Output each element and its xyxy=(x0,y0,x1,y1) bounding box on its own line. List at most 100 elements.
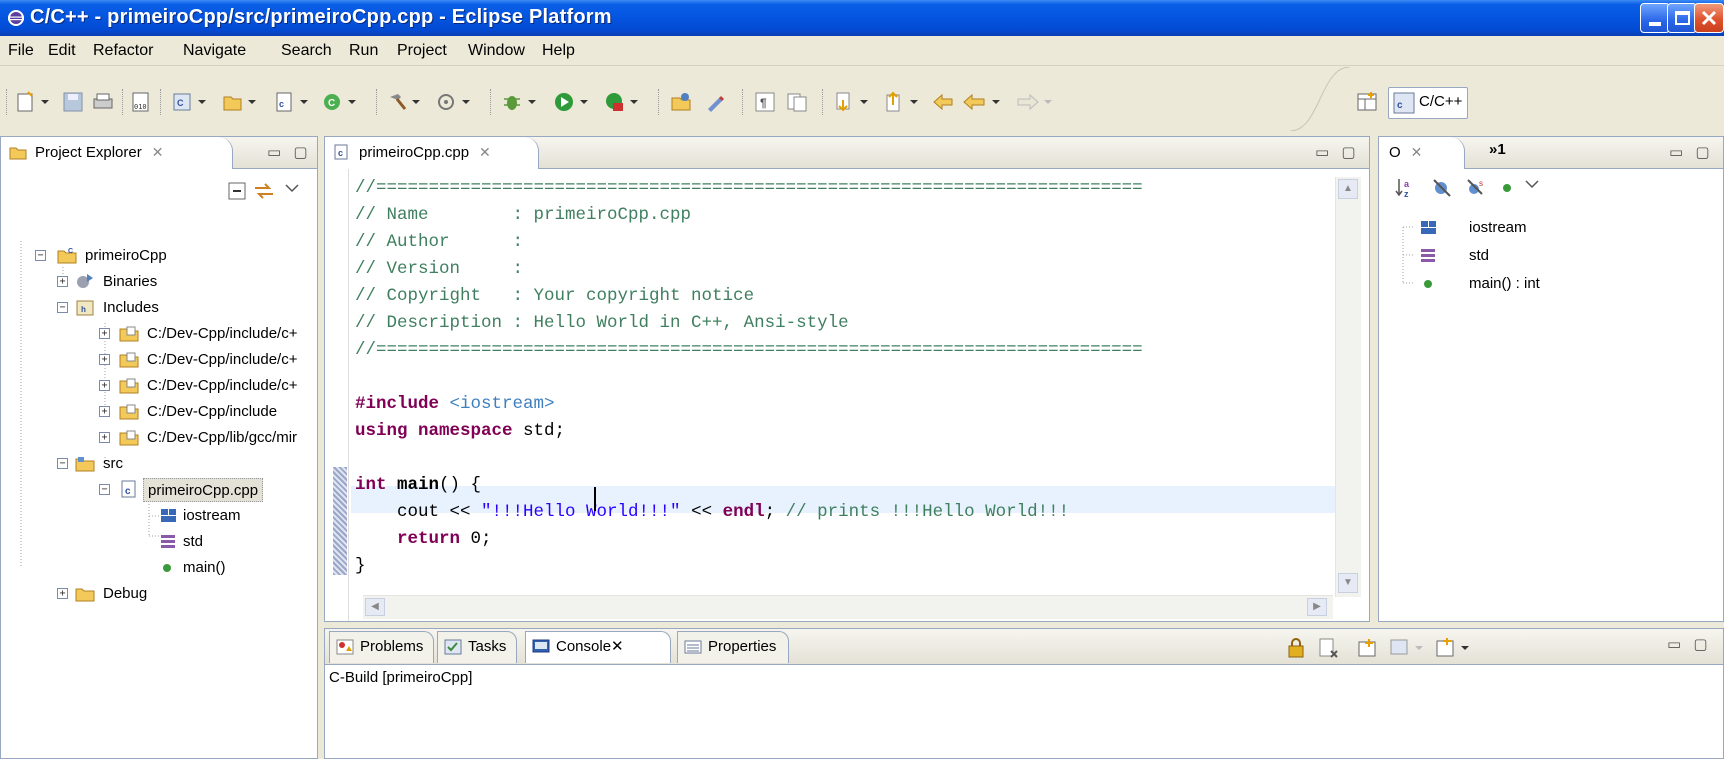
menu-navigate[interactable]: Navigate xyxy=(183,42,246,60)
scroll-left-arrow[interactable]: ◀ xyxy=(365,598,385,616)
svg-text:C: C xyxy=(328,98,335,109)
clear-console-icon[interactable] xyxy=(1317,637,1339,659)
expand-toggle[interactable]: + xyxy=(57,588,68,599)
perspective-button-cpp[interactable]: c C/C++ xyxy=(1388,87,1468,119)
title-bar[interactable]: C/C++ - primeiroCpp/src/primeiroCpp.cpp … xyxy=(0,0,1724,36)
build-binary-icon[interactable]: 010 xyxy=(130,91,152,113)
outline-panel: O ✕ »1 ▭ ▢ az s iostream std main() : int xyxy=(1378,136,1724,622)
menu-search[interactable]: Search xyxy=(281,42,332,60)
tab-tasks[interactable]: Tasks xyxy=(437,631,518,663)
new-cpp-project-icon[interactable]: C xyxy=(172,91,214,113)
tab-properties[interactable]: Properties xyxy=(677,631,789,663)
forward-icon[interactable] xyxy=(1014,91,1062,113)
tree-label: std xyxy=(183,533,204,550)
hide-fields-icon[interactable] xyxy=(1431,177,1455,199)
menu-refactor[interactable]: Refactor xyxy=(93,42,153,60)
scroll-lock-icon[interactable] xyxy=(1285,637,1307,659)
editor-horizontal-scrollbar[interactable]: ◀ ▶ xyxy=(363,595,1333,619)
new-source-file-icon[interactable]: c xyxy=(274,91,316,113)
close-tab-icon[interactable]: ✕ xyxy=(611,638,624,655)
debug-icon[interactable] xyxy=(502,91,544,113)
show-whitespace-icon[interactable]: ¶ xyxy=(754,91,778,113)
expand-toggle[interactable]: + xyxy=(99,406,110,417)
view-minimize-maximize-buttons[interactable]: ▭ ▢ xyxy=(1667,635,1712,653)
new-icon[interactable] xyxy=(16,91,56,113)
maximize-button[interactable] xyxy=(1667,3,1697,33)
console-output: C-Build [primeiroCpp] xyxy=(329,669,473,686)
print-icon[interactable] xyxy=(92,91,114,113)
outline-label: iostream xyxy=(1469,219,1527,236)
menu-file[interactable]: File xyxy=(8,42,34,60)
expand-toggle[interactable]: + xyxy=(99,432,110,443)
open-perspective-icon[interactable] xyxy=(1356,91,1380,113)
text-cursor xyxy=(594,487,596,511)
minimize-button[interactable] xyxy=(1640,3,1670,33)
tree-label: C:/Dev-Cpp/include/c+ xyxy=(147,325,298,342)
expand-toggle[interactable]: + xyxy=(57,276,68,287)
expand-toggle[interactable]: + xyxy=(99,380,110,391)
svg-text:c: c xyxy=(279,99,284,109)
build-hammer-icon[interactable] xyxy=(386,91,428,113)
tree-label: main() xyxy=(183,559,226,576)
hide-non-public-icon[interactable] xyxy=(1497,177,1517,199)
collapse-all-icon[interactable] xyxy=(227,181,247,201)
close-tab-icon[interactable]: ✕ xyxy=(479,144,491,160)
scroll-right-arrow[interactable]: ▶ xyxy=(1307,598,1327,616)
tab-console-label: Console xyxy=(556,638,612,655)
close-tab-icon[interactable]: ✕ xyxy=(1411,144,1423,160)
outline-header: O ✕ »1 ▭ ▢ xyxy=(1379,137,1723,169)
tab-problems[interactable]: Problems xyxy=(329,631,435,663)
code-line-current: cout << "!!!Hello World!!!" << endl; // … xyxy=(355,499,1069,526)
expand-toggle[interactable]: + xyxy=(99,354,110,365)
back-icon[interactable] xyxy=(962,91,1010,113)
toolbar-separator xyxy=(160,89,162,115)
scroll-down-arrow[interactable]: ▼ xyxy=(1338,573,1358,593)
tab-editor-file[interactable]: c primeiroCpp.cpp ✕ xyxy=(325,137,539,169)
previous-annotation-icon[interactable] xyxy=(884,91,926,113)
tab-console[interactable]: Console✕ xyxy=(525,631,671,663)
menu-help[interactable]: Help xyxy=(542,42,575,60)
view-menu-icon[interactable] xyxy=(283,181,301,195)
menu-run[interactable]: Run xyxy=(349,42,378,60)
run-icon[interactable] xyxy=(554,91,596,113)
view-minimize-maximize-buttons[interactable]: ▭ ▢ xyxy=(267,143,312,161)
close-button[interactable] xyxy=(1694,3,1724,33)
editor-vertical-scrollbar[interactable]: ▲ ▼ xyxy=(1335,177,1361,597)
function-icon xyxy=(1424,280,1432,288)
menu-window[interactable]: Window xyxy=(468,42,525,60)
sort-icon[interactable]: az xyxy=(1395,177,1419,199)
more-views-indicator[interactable]: »1 xyxy=(1489,141,1506,158)
display-console-icon[interactable] xyxy=(1389,637,1429,659)
open-type-icon[interactable] xyxy=(670,91,694,113)
next-annotation-icon[interactable] xyxy=(834,91,876,113)
link-with-editor-icon[interactable] xyxy=(253,181,275,201)
menu-project[interactable]: Project xyxy=(397,42,447,60)
open-console-icon[interactable] xyxy=(1357,637,1381,659)
external-tools-icon[interactable] xyxy=(604,91,646,113)
view-menu-icon[interactable] xyxy=(1523,177,1541,191)
save-icon[interactable] xyxy=(62,91,84,113)
target-icon[interactable] xyxy=(436,91,478,113)
tab-outline[interactable]: O ✕ xyxy=(1379,137,1465,169)
new-class-icon[interactable]: C xyxy=(322,91,364,113)
outline-guide-lines xyxy=(1402,226,1415,284)
new-folder-icon[interactable] xyxy=(222,91,264,113)
svg-text:z: z xyxy=(1404,189,1409,199)
collapse-toggle[interactable]: − xyxy=(57,458,68,469)
close-tab-icon[interactable]: ✕ xyxy=(152,144,164,160)
expand-toggle[interactable]: + xyxy=(99,328,110,339)
hide-static-icon[interactable]: s xyxy=(1465,177,1489,199)
includes-icon: h xyxy=(76,300,94,316)
scroll-up-arrow[interactable]: ▲ xyxy=(1338,179,1358,199)
toggle-block-icon[interactable] xyxy=(786,91,810,113)
view-minimize-maximize-buttons[interactable]: ▭ ▢ xyxy=(1315,143,1360,161)
new-console-view-icon[interactable] xyxy=(1435,637,1475,659)
menu-edit[interactable]: Edit xyxy=(48,42,76,60)
collapse-toggle[interactable]: − xyxy=(57,302,68,313)
collapse-toggle[interactable]: − xyxy=(99,484,110,495)
collapse-toggle[interactable]: − xyxy=(35,250,46,261)
search-pencil-icon[interactable] xyxy=(704,91,728,113)
tab-project-explorer[interactable]: Project Explorer ✕ xyxy=(1,137,233,169)
last-edit-location-icon[interactable] xyxy=(932,91,958,113)
view-minimize-maximize-buttons[interactable]: ▭ ▢ xyxy=(1669,143,1714,161)
